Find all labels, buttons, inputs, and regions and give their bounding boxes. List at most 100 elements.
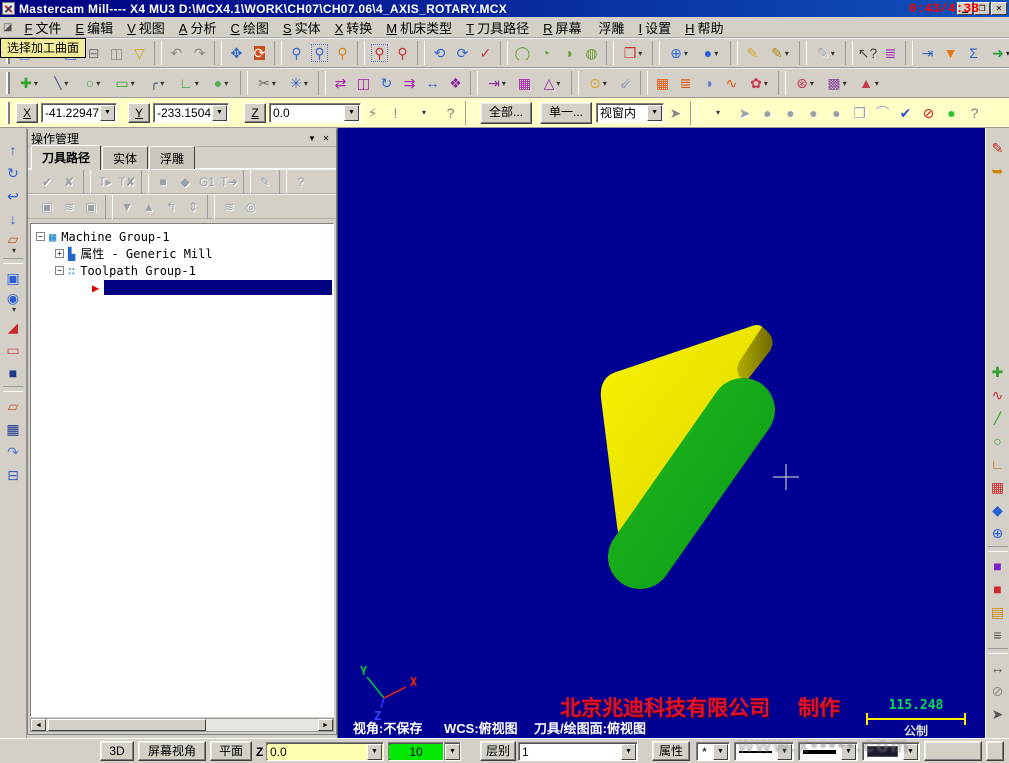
point-snap-button[interactable]: ✳▾ xyxy=(283,71,315,95)
attributes-button[interactable]: 属性 xyxy=(652,741,690,761)
screen-view-button[interactable]: 屏幕视角 xyxy=(138,741,206,761)
line-width-arrow-icon[interactable]: ▼ xyxy=(841,744,856,760)
xform-translate-button[interactable]: ⇄▾ xyxy=(329,71,352,95)
fit-view-button[interactable]: ✓▾ xyxy=(474,41,497,65)
quick-arrow-button[interactable]: ↔▾ xyxy=(987,656,1009,679)
lightbulb-button[interactable]: ⊙▾ xyxy=(582,71,614,95)
x-coordinate-value[interactable]: -41.22947 xyxy=(42,106,99,120)
redo-button[interactable]: ↷▾ xyxy=(188,41,211,65)
fillet-surface-button[interactable]: ⊛▾ xyxy=(789,71,821,95)
x-coordinate-combo[interactable]: -41.22947 ▼ xyxy=(41,103,117,123)
y-coordinate-combo[interactable]: -233.15041 ▼ xyxy=(153,103,229,123)
layer-button[interactable]: 层别 xyxy=(480,741,516,761)
tree-item-toolpath-group[interactable]: − ∷ Toolpath Group-1 xyxy=(31,262,333,279)
quick-red-swatch-button[interactable]: ■▾ xyxy=(987,577,1009,600)
tree-item-label[interactable]: Toolpath Group-1 xyxy=(80,264,196,278)
dock-view-up-button[interactable]: ↑▾ xyxy=(2,138,24,161)
tree-expander[interactable]: + xyxy=(55,249,64,258)
multi-pencil-button[interactable]: ✎▾ xyxy=(764,41,796,65)
select-all-button[interactable]: 全部... xyxy=(480,102,532,124)
color-arrow-icon[interactable]: ▼ xyxy=(445,744,460,760)
quick-clear-button[interactable]: ⊘▾ xyxy=(987,679,1009,702)
orange-funnel-button[interactable]: ▼▾ xyxy=(939,41,962,65)
statusbar-extra-button[interactable] xyxy=(924,741,982,761)
dropdown-arrow-icon[interactable]: ▾ xyxy=(843,79,847,88)
toolbar-drag-handle[interactable] xyxy=(6,72,10,94)
z-coordinate-button[interactable]: Z xyxy=(244,103,266,123)
scrollbar-track[interactable] xyxy=(46,719,318,731)
zoom-target-button[interactable]: ⚲▾ xyxy=(331,41,354,65)
xform-stretch-button[interactable]: ⇥▾ xyxy=(481,71,513,95)
trim-button[interactable]: ✂▾ xyxy=(251,71,283,95)
3d-mode-button[interactable]: 3D xyxy=(100,741,134,761)
tree-item-label[interactable] xyxy=(104,280,332,295)
dock-eraser-button[interactable]: ▭▾ xyxy=(2,338,24,361)
quick-solid-button[interactable]: ◆▾ xyxy=(987,498,1009,521)
xform-rotate-button[interactable]: ↻▾ xyxy=(375,71,398,95)
point-style-value[interactable]: * xyxy=(697,745,712,759)
tree-expander[interactable]: − xyxy=(36,232,45,241)
menu-create[interactable]: C绘图 xyxy=(223,16,275,39)
quick-palette-button[interactable]: ▤▾ xyxy=(987,600,1009,623)
y-coordinate-value[interactable]: -233.15041 xyxy=(154,106,211,120)
create-primitive-button[interactable]: ●▾ xyxy=(205,71,237,95)
dropdown-arrow-icon[interactable]: ▾ xyxy=(502,79,506,88)
dock-arrow-button[interactable]: ⇙▾ xyxy=(614,71,637,95)
collapse-toolbars-button[interactable]: ⇥▾ xyxy=(916,41,939,65)
z-coordinate-value[interactable]: 0.0 xyxy=(270,106,343,120)
zoom-window-button[interactable]: ⚲▾ xyxy=(308,41,331,65)
select-validate-button[interactable]: ✔▾ xyxy=(894,101,917,125)
sigma-button[interactable]: Σ▾ xyxy=(962,41,985,65)
menu-machine-type[interactable]: M机床类型 xyxy=(379,16,459,39)
dock-page-flip-button[interactable]: ↷▾ xyxy=(2,440,24,463)
entity-color-combo[interactable]: ▼ xyxy=(862,742,920,761)
dynamic-rotate-button[interactable]: ⟳▾ xyxy=(248,41,271,65)
dropdown-arrow-icon[interactable]: ▾ xyxy=(556,79,560,88)
layer-arrow-icon[interactable]: ▼ xyxy=(621,744,636,760)
dropdown-arrow-icon[interactable]: ▾ xyxy=(638,49,642,58)
close-button[interactable]: ✕ xyxy=(991,2,1007,15)
create-point-button[interactable]: ✚▾ xyxy=(13,71,45,95)
select-end-button[interactable]: ●▾ xyxy=(940,101,963,125)
dropdown-arrow-icon[interactable]: ▾ xyxy=(875,79,879,88)
z-combo-arrow-icon[interactable]: ▼ xyxy=(344,105,359,121)
selection-mode-combo[interactable]: 视窗内 ▼ xyxy=(596,103,664,123)
dropdown-arrow-icon[interactable]: ▾ xyxy=(684,49,688,58)
print-preview-button[interactable]: ◫▾ xyxy=(105,41,128,65)
layer-value[interactable]: 1 xyxy=(519,745,620,759)
menu-screen[interactable]: R屏幕 xyxy=(536,16,588,39)
layer-combo[interactable]: 1 ▼ xyxy=(518,742,638,761)
dock-folder-button[interactable]: ▱▾ xyxy=(2,230,24,256)
select-lasso-button[interactable]: ➤▾ xyxy=(664,101,687,125)
select-window-button[interactable]: ▾ xyxy=(701,101,733,125)
hidden-view-button[interactable]: ◔▾ xyxy=(534,41,557,65)
dock-nested-cube-button[interactable]: ▣▾ xyxy=(2,266,24,289)
dock-view-down-button[interactable]: ↓▾ xyxy=(2,207,24,230)
dropdown-arrow-icon[interactable]: ▾ xyxy=(96,79,100,88)
dropdown-arrow-icon[interactable]: ▾ xyxy=(195,79,199,88)
quick-grid-button[interactable]: ▦▾ xyxy=(987,475,1009,498)
repaint-button[interactable]: ⟲▾ xyxy=(428,41,451,65)
zoom-out-window-button[interactable]: ⚲▾ xyxy=(368,41,391,65)
dropdown-arrow-icon[interactable]: ▾ xyxy=(603,79,607,88)
dropdown-arrow-icon[interactable]: ▾ xyxy=(224,79,228,88)
selection-help-button[interactable]: ?▾ xyxy=(963,101,986,125)
quick-polyline-button[interactable]: ∟▾ xyxy=(987,452,1009,475)
z-depth-arrow-icon[interactable]: ▼ xyxy=(367,744,382,760)
dropdown-arrow-icon[interactable]: ▾ xyxy=(716,108,720,117)
export-folder-button[interactable]: ➥▾ xyxy=(987,159,1009,182)
create-polyline-button[interactable]: ∟▾ xyxy=(173,71,205,95)
scroll-right-icon[interactable]: ► xyxy=(318,719,333,731)
tree-item-label[interactable]: Machine Group-1 xyxy=(61,230,169,244)
menu-toolpaths[interactable]: T刀具路径 xyxy=(459,16,536,39)
cursor-override-button[interactable]: !▾ xyxy=(384,101,407,125)
dropdown-arrow-icon[interactable]: ▾ xyxy=(131,79,135,88)
select-single-button[interactable]: 单一... xyxy=(540,102,592,124)
menu-solids[interactable]: S实体 xyxy=(276,16,328,39)
dock-cabinet-button[interactable]: ⊟▾ xyxy=(2,463,24,486)
graphics-viewport[interactable]: Y X Z 视角:不保存 WCS:俯视图 刀具/绘图面:俯视图 北京兆迪科技有限… xyxy=(337,128,985,738)
y-coordinate-button[interactable]: Y xyxy=(128,103,150,123)
xform-project-button[interactable]: ❖▾ xyxy=(444,71,467,95)
planes-globe-button[interactable]: ⊕▾ xyxy=(663,41,695,65)
tree-item-properties[interactable]: + ▙ 属性 - Generic Mill xyxy=(31,245,333,262)
